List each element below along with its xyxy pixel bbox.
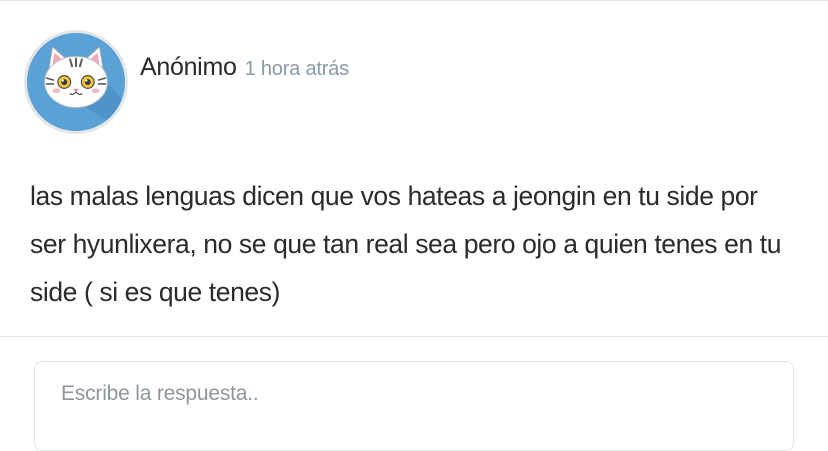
avatar[interactable] xyxy=(24,30,128,134)
author-name[interactable]: Anónimo xyxy=(140,53,237,82)
post-header: Anónimo 1 hora atrás xyxy=(24,27,349,137)
cat-face-icon xyxy=(27,33,125,131)
reply-input[interactable] xyxy=(35,362,793,450)
section-divider xyxy=(0,336,828,337)
reply-box[interactable] xyxy=(34,361,794,451)
post-timestamp: 1 hora atrás xyxy=(244,57,350,80)
top-divider xyxy=(0,0,828,1)
question-text: las malas lenguas dicen que vos hateas a… xyxy=(30,181,782,307)
post-meta: Anónimo 1 hora atrás xyxy=(140,53,349,82)
